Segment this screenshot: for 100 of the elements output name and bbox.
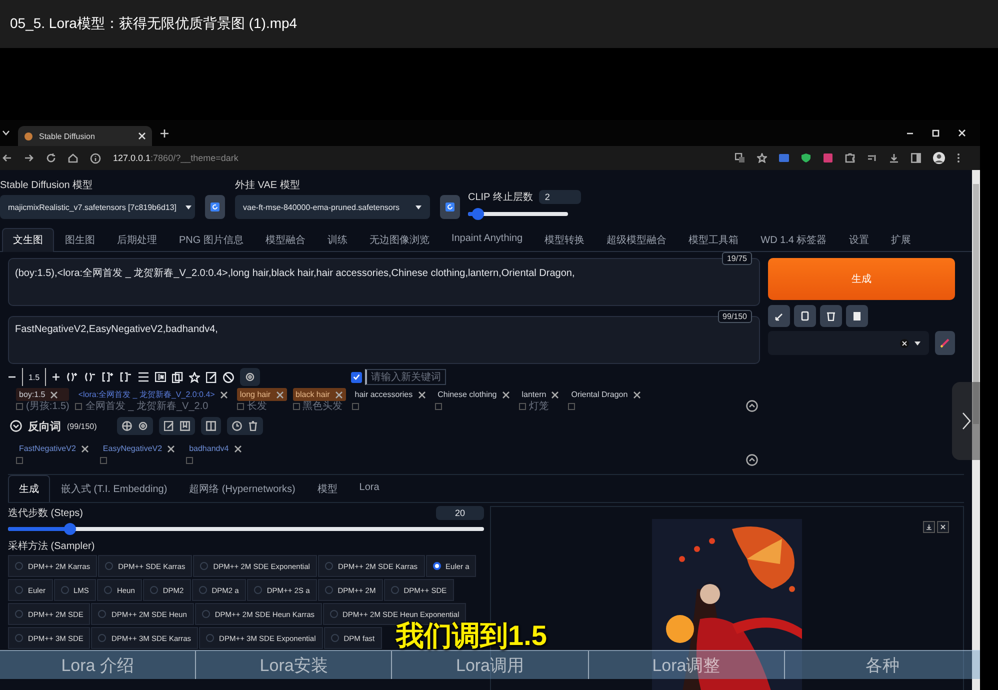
tool-button[interactable] bbox=[794, 305, 816, 327]
refresh-icon[interactable] bbox=[46, 153, 56, 163]
tab[interactable]: 模型 bbox=[306, 475, 348, 502]
radio-button[interactable] bbox=[330, 610, 338, 618]
sidebar-icon[interactable] bbox=[911, 153, 921, 163]
radio-button[interactable] bbox=[432, 562, 441, 570]
new-tab-icon[interactable] bbox=[160, 128, 169, 138]
collapse-icon[interactable] bbox=[746, 454, 758, 466]
radio-button[interactable] bbox=[15, 610, 23, 618]
remove-icon[interactable] bbox=[220, 390, 228, 398]
collapse-icon[interactable] bbox=[746, 400, 758, 412]
tab[interactable]: 扩展 bbox=[880, 228, 922, 251]
radio-button[interactable] bbox=[202, 610, 210, 618]
lines-icon[interactable] bbox=[138, 372, 149, 382]
tab[interactable]: 模型融合 bbox=[254, 228, 316, 251]
close-tab-icon[interactable] bbox=[138, 132, 146, 140]
radio-button[interactable] bbox=[254, 586, 262, 594]
extension-icon[interactable] bbox=[779, 153, 789, 163]
translate-icon[interactable] bbox=[155, 372, 166, 382]
browser-tab[interactable]: Stable Diffusion bbox=[18, 126, 152, 146]
bookmark-icon[interactable] bbox=[180, 421, 190, 431]
radio-button[interactable] bbox=[15, 634, 23, 642]
tag-chip[interactable]: black hair bbox=[292, 388, 346, 401]
radio-button[interactable] bbox=[98, 634, 106, 642]
tag-chip[interactable]: Chinese clothing bbox=[434, 388, 513, 401]
tool-button[interactable] bbox=[846, 305, 868, 327]
tag-chip[interactable]: lantern bbox=[518, 388, 562, 401]
refresh-button[interactable] bbox=[205, 195, 225, 219]
close-window-icon[interactable] bbox=[958, 129, 966, 137]
radio-button[interactable] bbox=[330, 634, 339, 642]
shield-icon[interactable] bbox=[801, 153, 811, 163]
history-icon[interactable] bbox=[232, 421, 242, 431]
tab[interactable]: 生成 bbox=[8, 475, 50, 502]
keyword-input[interactable]: 请输入新关键词 bbox=[365, 369, 446, 385]
tab[interactable]: 模型工具箱 bbox=[678, 228, 750, 251]
radio-button[interactable] bbox=[105, 562, 114, 570]
tab[interactable]: 后期处理 bbox=[106, 228, 168, 251]
tag-chip[interactable]: badhandv4 bbox=[186, 442, 245, 455]
tab-list-icon[interactable] bbox=[2, 130, 10, 136]
home-icon[interactable] bbox=[68, 153, 78, 163]
tab[interactable]: 嵌入式 (T.I. Embedding) bbox=[50, 475, 178, 502]
tag-chip[interactable]: hair accessories bbox=[352, 388, 429, 401]
radio-button[interactable] bbox=[60, 586, 69, 594]
close-button[interactable] bbox=[937, 521, 949, 533]
tab[interactable]: 图生图 bbox=[54, 228, 106, 251]
radio-button[interactable] bbox=[104, 586, 112, 594]
tag-chip[interactable]: FastNegativeV2 bbox=[16, 442, 92, 455]
remove-icon[interactable] bbox=[632, 390, 641, 398]
radio-button[interactable] bbox=[150, 586, 158, 594]
tab[interactable]: Lora bbox=[348, 475, 390, 502]
slider-thumb[interactable] bbox=[472, 208, 484, 220]
globe-icon[interactable] bbox=[122, 421, 132, 431]
radio-button[interactable] bbox=[198, 586, 207, 594]
remove-icon[interactable] bbox=[551, 390, 560, 398]
edit-styles-button[interactable] bbox=[935, 331, 955, 355]
number-field[interactable]: 2 bbox=[538, 190, 581, 204]
chapter-segment[interactable]: Lora调用 bbox=[392, 651, 589, 679]
download-icon[interactable] bbox=[889, 153, 899, 163]
address-bar[interactable]: 127.0.0.1:7860/?__theme=dark bbox=[113, 153, 238, 163]
menu-icon[interactable] bbox=[957, 153, 960, 163]
checkbox[interactable] bbox=[351, 372, 362, 382]
paren-minus-icon[interactable] bbox=[84, 372, 96, 382]
tab[interactable]: 无边图像浏览 bbox=[358, 228, 440, 251]
tool-button[interactable] bbox=[820, 305, 842, 327]
radio-button[interactable] bbox=[324, 562, 333, 570]
edit-icon[interactable] bbox=[164, 421, 174, 431]
tab[interactable]: 设置 bbox=[838, 228, 880, 251]
remove-icon[interactable] bbox=[276, 390, 284, 398]
plus-icon[interactable] bbox=[52, 373, 60, 381]
bracket-minus-icon[interactable] bbox=[120, 372, 132, 382]
tab[interactable]: PNG 图片信息 bbox=[168, 228, 254, 251]
extension-icon[interactable] bbox=[823, 153, 833, 163]
remove-icon[interactable] bbox=[234, 444, 242, 452]
tag-chip[interactable]: boy:1.5 bbox=[16, 388, 70, 401]
vae-dropdown[interactable]: vae-ft-mse-840000-ema-pruned.safetensors bbox=[235, 195, 430, 219]
tool-button[interactable] bbox=[768, 305, 790, 327]
radio-button[interactable] bbox=[15, 586, 23, 594]
puzzle-icon[interactable] bbox=[845, 153, 855, 163]
radio-button[interactable] bbox=[15, 562, 23, 570]
weight-field[interactable]: 1.5 bbox=[22, 368, 46, 386]
radio-button[interactable] bbox=[98, 610, 106, 618]
paren-plus-icon[interactable] bbox=[66, 372, 78, 382]
tab[interactable]: 训练 bbox=[316, 228, 358, 251]
chapter-segment[interactable]: 各种 bbox=[784, 651, 980, 679]
tab[interactable]: WD 1.4 标签器 bbox=[750, 228, 838, 251]
refresh-button[interactable] bbox=[440, 195, 460, 219]
chapter-segment[interactable]: Lora 介绍 bbox=[0, 651, 196, 679]
slider-thumb[interactable] bbox=[64, 523, 76, 535]
radio-button[interactable] bbox=[324, 586, 333, 594]
radio-button[interactable] bbox=[206, 634, 214, 642]
model-dropdown[interactable]: majicmixRealistic_v7.safetensors [7c819b6d13] bbox=[0, 195, 195, 219]
media-icon[interactable] bbox=[867, 153, 877, 163]
remove-icon[interactable] bbox=[502, 390, 510, 398]
download-button[interactable] bbox=[923, 521, 935, 533]
star-icon[interactable] bbox=[757, 153, 767, 163]
tag-chip[interactable]: <lora:全网首发 _ 龙贺新春_V_2.0:0.4> bbox=[75, 388, 231, 401]
columns-icon[interactable] bbox=[206, 421, 216, 431]
tab[interactable]: 超级模型融合 bbox=[596, 228, 678, 251]
tab[interactable]: Inpaint Anything bbox=[440, 228, 534, 251]
forward-icon[interactable] bbox=[24, 153, 34, 163]
